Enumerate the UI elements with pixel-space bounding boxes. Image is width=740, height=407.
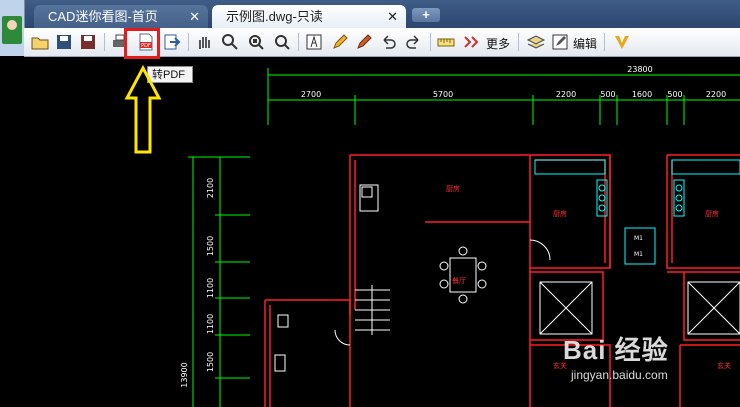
- room-label: 厨房: [446, 184, 460, 193]
- dimension-label: 2200: [556, 90, 576, 99]
- tab-home-label: CAD迷你看图-首页: [48, 9, 158, 24]
- dimension-label: 13900: [180, 362, 189, 387]
- watermark-url: jingyan.baidu.com: [571, 368, 668, 382]
- walls: [264, 154, 740, 407]
- room-label: 玄关: [717, 361, 731, 370]
- dimension-label: 1100: [206, 314, 215, 334]
- export-image-icon[interactable]: [162, 32, 182, 52]
- room-label: 餐厅: [452, 276, 466, 285]
- toolbar-separator: [518, 33, 519, 51]
- close-icon[interactable]: ✕: [387, 5, 398, 28]
- dining-table: [439, 246, 487, 304]
- door-tag: M1: [634, 251, 643, 258]
- toolbar-separator: [104, 33, 105, 51]
- pencil-icon[interactable]: [330, 32, 350, 52]
- tab-home[interactable]: CAD迷你看图-首页 ✕: [34, 5, 208, 28]
- edit-icon[interactable]: [550, 32, 570, 52]
- zoom-window-icon[interactable]: [246, 32, 266, 52]
- new-tab-button[interactable]: +: [412, 8, 440, 22]
- vip-icon[interactable]: [612, 32, 632, 52]
- close-icon[interactable]: ✕: [189, 5, 200, 28]
- highlighter-icon[interactable]: [354, 32, 374, 52]
- text-icon[interactable]: [304, 32, 324, 52]
- dimension-label: 2700: [301, 90, 321, 99]
- room-label: 厨房: [553, 209, 567, 218]
- dimension-label: 1600: [632, 90, 652, 99]
- layers-icon[interactable]: [526, 32, 546, 52]
- toolbar-separator: [604, 33, 605, 51]
- watermark-logo: Bai 经验: [563, 335, 669, 365]
- pan-hand-icon[interactable]: [194, 32, 214, 52]
- dimension-label: 1500: [206, 236, 215, 256]
- dimension-label: 2200: [706, 90, 726, 99]
- dimension-label: 500: [667, 90, 682, 99]
- more-label[interactable]: 更多: [486, 35, 510, 52]
- toolbar-separator: [188, 33, 189, 51]
- door-tag: M1: [634, 235, 643, 242]
- dimension-label: 23800: [627, 65, 652, 74]
- tab-drawing[interactable]: 示例图.dwg-只读 ✕: [212, 5, 406, 28]
- open-folder-icon[interactable]: [30, 32, 50, 52]
- fixtures: [274, 159, 740, 372]
- edit-label[interactable]: 编辑: [573, 35, 597, 52]
- more-arrows-icon[interactable]: [462, 32, 482, 52]
- save-as-icon[interactable]: [78, 32, 98, 52]
- dimension-label: 1100: [206, 278, 215, 298]
- pointer-arrow: [124, 64, 162, 154]
- toolbar-separator: [298, 33, 299, 51]
- tab-bar: CAD迷你看图-首页 ✕ 示例图.dwg-只读 ✕ +: [0, 0, 740, 28]
- undo-icon[interactable]: [378, 32, 398, 52]
- dimension-label: 1500: [206, 352, 215, 372]
- zoom-extents-icon[interactable]: [272, 32, 292, 52]
- dimension-label: 500: [600, 90, 615, 99]
- zoom-in-icon[interactable]: [220, 32, 240, 52]
- dimension-label: 5700: [433, 90, 453, 99]
- left-dimensions: [188, 156, 250, 407]
- pdf-button-highlight: [124, 28, 160, 59]
- dimension-label: 2100: [206, 178, 215, 198]
- measure-icon[interactable]: [436, 32, 456, 52]
- user-avatar-icon[interactable]: [0, 0, 25, 56]
- toolbar-separator: [430, 33, 431, 51]
- redo-icon[interactable]: [404, 32, 424, 52]
- room-label: 厨房: [705, 209, 719, 218]
- watermark: Bai 经验 jingyan.baidu.com: [563, 330, 669, 382]
- save-icon[interactable]: [54, 32, 74, 52]
- tab-drawing-label: 示例图.dwg-只读: [226, 9, 323, 24]
